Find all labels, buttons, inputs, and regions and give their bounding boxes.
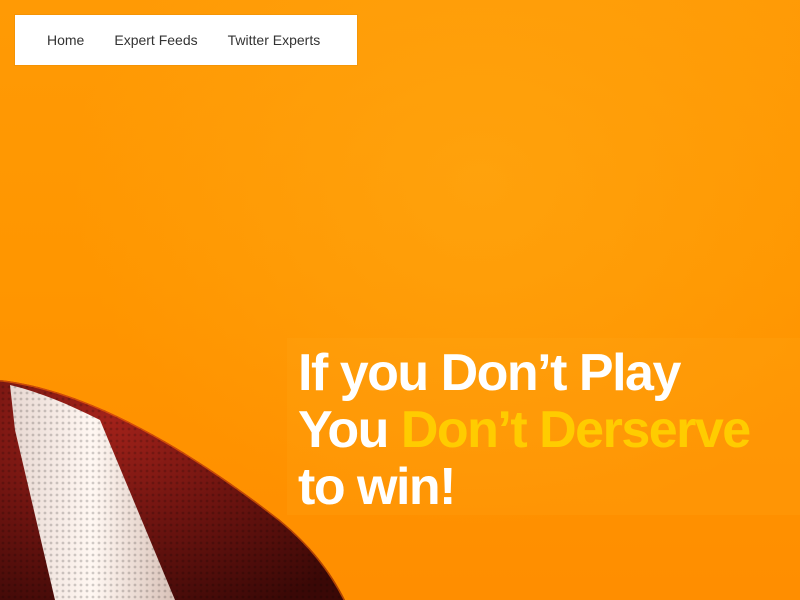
hero-section: Home Expert Feeds Twitter Experts If you… <box>0 0 800 600</box>
main-nav: Home Expert Feeds Twitter Experts <box>15 15 357 65</box>
headline-line-2-prefix: You <box>298 401 401 459</box>
headline-line-1: If you Don’t Play <box>298 344 681 402</box>
hero-headline: If you Don’t Play You Don’t Derserve to … <box>298 344 751 516</box>
nav-item-twitter-experts[interactable]: Twitter Experts <box>228 32 321 48</box>
nav-item-home[interactable]: Home <box>47 32 84 48</box>
headline-line-3: to win! <box>298 458 457 516</box>
nav-item-expert-feeds[interactable]: Expert Feeds <box>114 32 197 48</box>
headline-accent: Don’t Derserve <box>400 401 751 459</box>
